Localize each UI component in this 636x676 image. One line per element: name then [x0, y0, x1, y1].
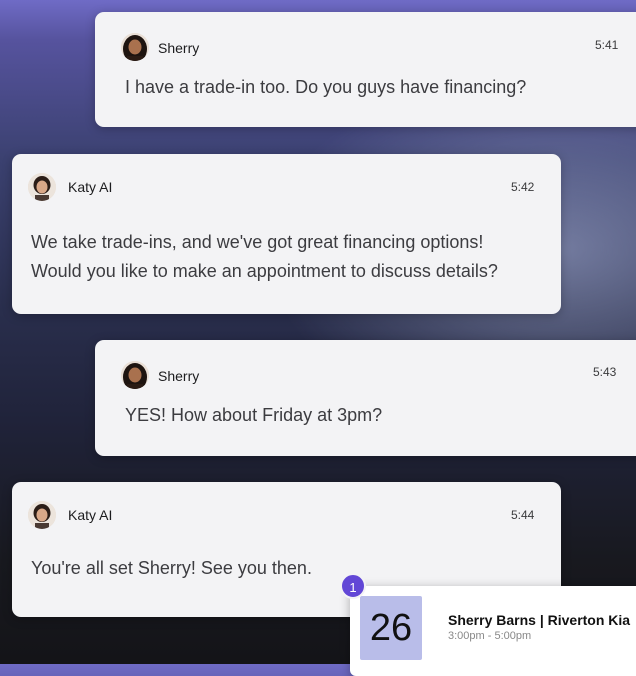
sender-name: Sherry: [158, 40, 200, 56]
message-text-line-2: Would you like to make an appointment to…: [31, 261, 498, 281]
sherry-avatar-icon: [121, 33, 149, 61]
message-card-sherry-1: Sherry 5:41 I have a trade-in too. Do yo…: [95, 12, 636, 127]
appointment-time-range: 3:00pm - 5:00pm: [448, 630, 532, 642]
katy-ai-avatar-icon: [28, 173, 56, 201]
message-text: YES! How about Friday at 3pm?: [125, 405, 383, 425]
message-text: You're all set Sherry! See you then.: [31, 558, 312, 578]
sender-name: Katy AI: [68, 179, 113, 195]
appointment-card[interactable]: 26 Sherry Barns | Riverton Kia 3:00pm - …: [350, 586, 636, 676]
notification-badge: 1: [340, 573, 366, 599]
sender-name: Sherry: [158, 368, 200, 384]
message-time: 5:42: [511, 180, 535, 194]
message-time: 5:43: [593, 365, 617, 379]
katy-ai-avatar-icon: [28, 501, 56, 529]
message-time: 5:41: [595, 38, 619, 52]
message-card-katy-ai-1: Katy AI 5:42 We take trade-ins, and we'v…: [12, 154, 561, 314]
appointment-title: Sherry Barns | Riverton Kia: [448, 612, 631, 628]
message-text-line-1: We take trade-ins, and we've got great f…: [31, 232, 484, 252]
calendar-date: 26: [360, 596, 422, 660]
message-time: 5:44: [511, 508, 535, 522]
sender-name: Katy AI: [68, 507, 113, 523]
sherry-avatar-icon: [121, 361, 149, 389]
message-card-sherry-2: Sherry 5:43 YES! How about Friday at 3pm…: [95, 340, 636, 456]
message-text: I have a trade-in too. Do you guys have …: [125, 77, 527, 97]
